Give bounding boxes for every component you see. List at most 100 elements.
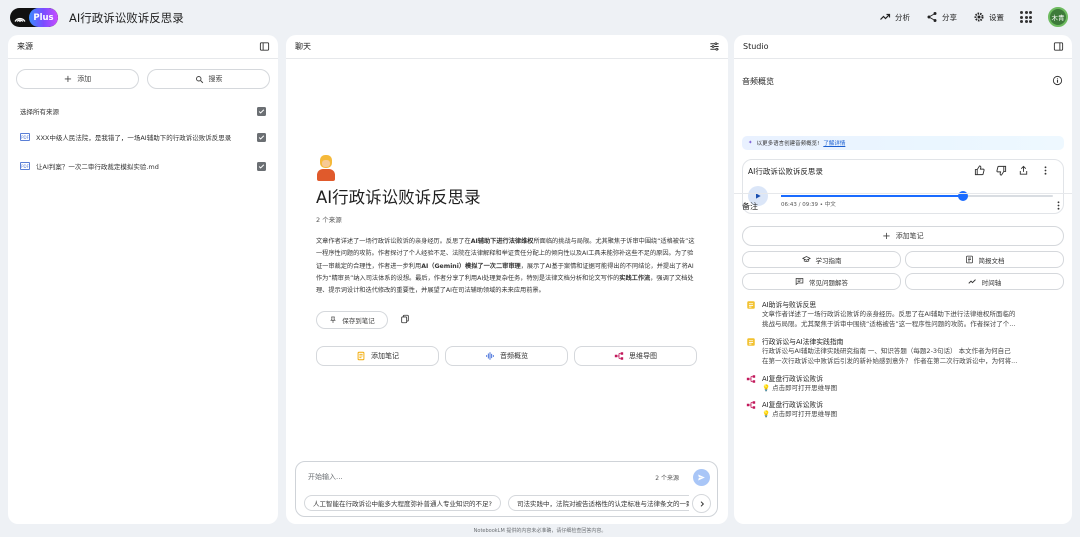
study-guide-button[interactable]: 学习指南 — [742, 251, 901, 268]
chat-panel: 聊天 AI行政诉讼败诉反思录 2 个来源 文章作者详述了一场行政诉讼败诉的亲身经… — [286, 35, 728, 524]
judge-emoji-icon — [316, 155, 336, 181]
add-source-button[interactable]: + 添加 — [16, 69, 139, 89]
lightbulb-icon: 💡 — [762, 384, 771, 392]
more-vert-icon[interactable] — [1053, 200, 1064, 211]
suggestion-chip[interactable]: 司法实践中，法院对被告适格性的认定标准与法律条文的一致性如何? — [507, 495, 689, 511]
audio-overview-button[interactable]: 音频概览 — [445, 346, 568, 367]
save-to-note-button[interactable]: 保存到笔记 — [316, 311, 388, 330]
pdf-icon: PDF — [20, 133, 30, 141]
doc-title: AI行政诉讼败诉反思录 — [316, 188, 481, 207]
chevron-right-icon — [700, 500, 704, 507]
note-title: 行政诉讼与AI法律实践指南 — [762, 338, 844, 346]
sources-panel: 来源 + 添加 搜索 选择所有来源 PDF XXX中级人民法院，是我错了，一场A… — [8, 35, 278, 524]
timeline-icon — [968, 279, 976, 284]
note-desc: 文章作者详述了一场行政诉讼败诉的亲身经历。反思了在AI辅助下进行法律维权所面临的 — [762, 310, 1016, 318]
notes-title: 备注 — [742, 202, 758, 211]
studio-panel: Studio 音频概览 ✦ 以更多语言创建音频概览! 了解详情 AI行政诉讼败诉… — [734, 35, 1072, 524]
mind-map-label: 思维导图 — [629, 352, 657, 361]
briefing-doc-label: 简报文档 — [978, 256, 1005, 265]
chat-input[interactable]: 开始输入... — [308, 472, 343, 482]
audio-title: AI行政诉讼败诉反思录 — [748, 167, 823, 176]
audio-progress-fill — [781, 195, 964, 197]
source-item[interactable]: PDF 让AI判案？一次二审行政裁定模拟实验.md — [8, 159, 278, 173]
lightbulb-icon: 💡 — [762, 410, 771, 418]
section-divider — [734, 193, 1072, 194]
share-icon[interactable] — [1018, 165, 1029, 176]
add-note-button[interactable]: 添加笔记 — [316, 346, 439, 367]
audio-card: AI行政诉讼败诉反思录 06:43 / 09:39 • 中文 — [742, 159, 1064, 214]
pin-icon — [330, 317, 337, 324]
sparkle-icon: ✦ — [748, 140, 753, 146]
settings-button[interactable]: 设置 — [973, 11, 1004, 23]
analyze-label: 分析 — [895, 12, 910, 22]
sources-title: 来源 — [17, 42, 33, 51]
source-checkbox[interactable] — [257, 132, 266, 142]
note-item[interactable]: AI复盘行政诉讼败诉 💡 点击即可打开思维导图 — [746, 399, 1062, 419]
collapse-panel-icon[interactable] — [1053, 41, 1064, 52]
more-vert-icon[interactable] — [1040, 165, 1051, 176]
tune-icon[interactable] — [709, 41, 720, 52]
search-source-label: 搜索 — [208, 75, 223, 83]
audio-progress-track[interactable] — [781, 191, 1053, 201]
note-icon — [747, 338, 755, 346]
audio-wave-icon — [486, 352, 494, 361]
info-icon[interactable] — [1052, 75, 1063, 86]
note-desc: 点击即可打开思维导图 — [772, 384, 838, 392]
avatar[interactable]: 木青 — [1048, 7, 1068, 27]
add-source-label: 添加 — [77, 75, 92, 83]
faq-label: 常见问题解答 — [809, 278, 848, 287]
school-icon — [801, 256, 811, 262]
source-count: 2 个来源 — [316, 216, 342, 224]
plus-icon: + — [63, 73, 73, 85]
notebook-title[interactable]: AI行政诉讼败诉反思录 — [69, 10, 184, 26]
suggestion-chip[interactable]: 人工智能在行政诉讼中能多大程度弥补普通人专业知识的不足? — [304, 495, 501, 511]
thumbs-up-icon[interactable] — [974, 165, 985, 176]
add-note-button[interactable]: + 添加笔记 — [742, 226, 1064, 246]
select-all-row[interactable]: 选择所有来源 — [8, 104, 278, 118]
note-item[interactable]: AI复盘行政诉讼败诉 💡 点击即可打开思维导图 — [746, 373, 1062, 393]
search-source-button[interactable]: 搜索 — [147, 69, 270, 89]
select-all-checkbox[interactable] — [257, 106, 266, 116]
check-icon — [258, 163, 265, 169]
check-icon — [258, 134, 265, 140]
disclaimer-footer: NotebookLM 提供的内容未必准确，请仔细检查回答内容。 — [473, 528, 607, 534]
gear-icon — [974, 12, 984, 22]
mind-map-icon — [746, 375, 756, 383]
chat-title: 聊天 — [295, 42, 311, 51]
next-suggestions-button[interactable] — [692, 494, 711, 513]
mind-map-icon — [614, 352, 624, 361]
note-icon — [747, 301, 755, 309]
note-title: AI复盘行政诉讼败诉 — [762, 375, 824, 383]
send-button[interactable] — [693, 469, 710, 486]
notebooklm-logo[interactable]: Plus — [10, 8, 58, 27]
add-note-label: 添加笔记 — [895, 232, 924, 240]
apps-grid-icon[interactable] — [1020, 11, 1032, 23]
note-desc: 挑战与局限。尤其聚焦于诉审中围绕“适格被告”这一程序性问题的攻防。作者探讨了个.… — [762, 320, 1016, 328]
note-desc: 点击即可打开思维导图 — [772, 410, 838, 418]
share-icon — [927, 12, 937, 22]
faq-button[interactable]: 常见问题解答 — [742, 273, 901, 290]
learn-more-link[interactable]: 了解详情 — [823, 139, 845, 147]
audio-overview-title: 音频概览 — [742, 77, 774, 86]
studio-title: Studio — [743, 42, 769, 51]
source-checkbox[interactable] — [257, 161, 266, 171]
logo-icon — [10, 8, 29, 27]
add-note-label: 添加笔记 — [371, 352, 399, 361]
briefing-doc-button[interactable]: 简报文档 — [905, 251, 1064, 268]
note-item[interactable]: AI助诉与败诉反思 文章作者详述了一场行政诉讼败诉的亲身经历。反思了在AI辅助下… — [746, 299, 1062, 329]
pdf-icon: PDF — [20, 162, 30, 170]
source-item[interactable]: PDF XXX中级人民法院，是我错了，一场AI辅助下的行政诉讼败诉反思录 — [8, 130, 278, 144]
study-guide-label: 学习指南 — [815, 256, 842, 265]
timeline-button[interactable]: 时间轴 — [905, 273, 1064, 290]
thumbs-down-icon[interactable] — [996, 165, 1007, 176]
banner-text: 以更多语言创建音频概览! — [756, 141, 820, 147]
note-item[interactable]: 行政诉讼与AI法律实践指南 行政诉讼与AI辅助法律实践研究指南 一、知识答题（每… — [746, 336, 1062, 366]
mind-map-button[interactable]: 思维导图 — [574, 346, 697, 367]
share-button[interactable]: 分享 — [926, 11, 957, 23]
share-label: 分享 — [942, 12, 957, 22]
analyze-button[interactable]: 分析 — [879, 11, 910, 23]
chat-input-box[interactable]: 开始输入... 2 个来源 人工智能在行政诉讼中能多大程度弥补普通人专业知识的不… — [295, 461, 718, 517]
source-item-label: XXX中级人民法院，是我错了，一场AI辅助下的行政诉讼败诉反思录 — [36, 134, 232, 142]
collapse-panel-icon[interactable] — [259, 41, 270, 52]
copy-icon[interactable] — [400, 314, 410, 326]
